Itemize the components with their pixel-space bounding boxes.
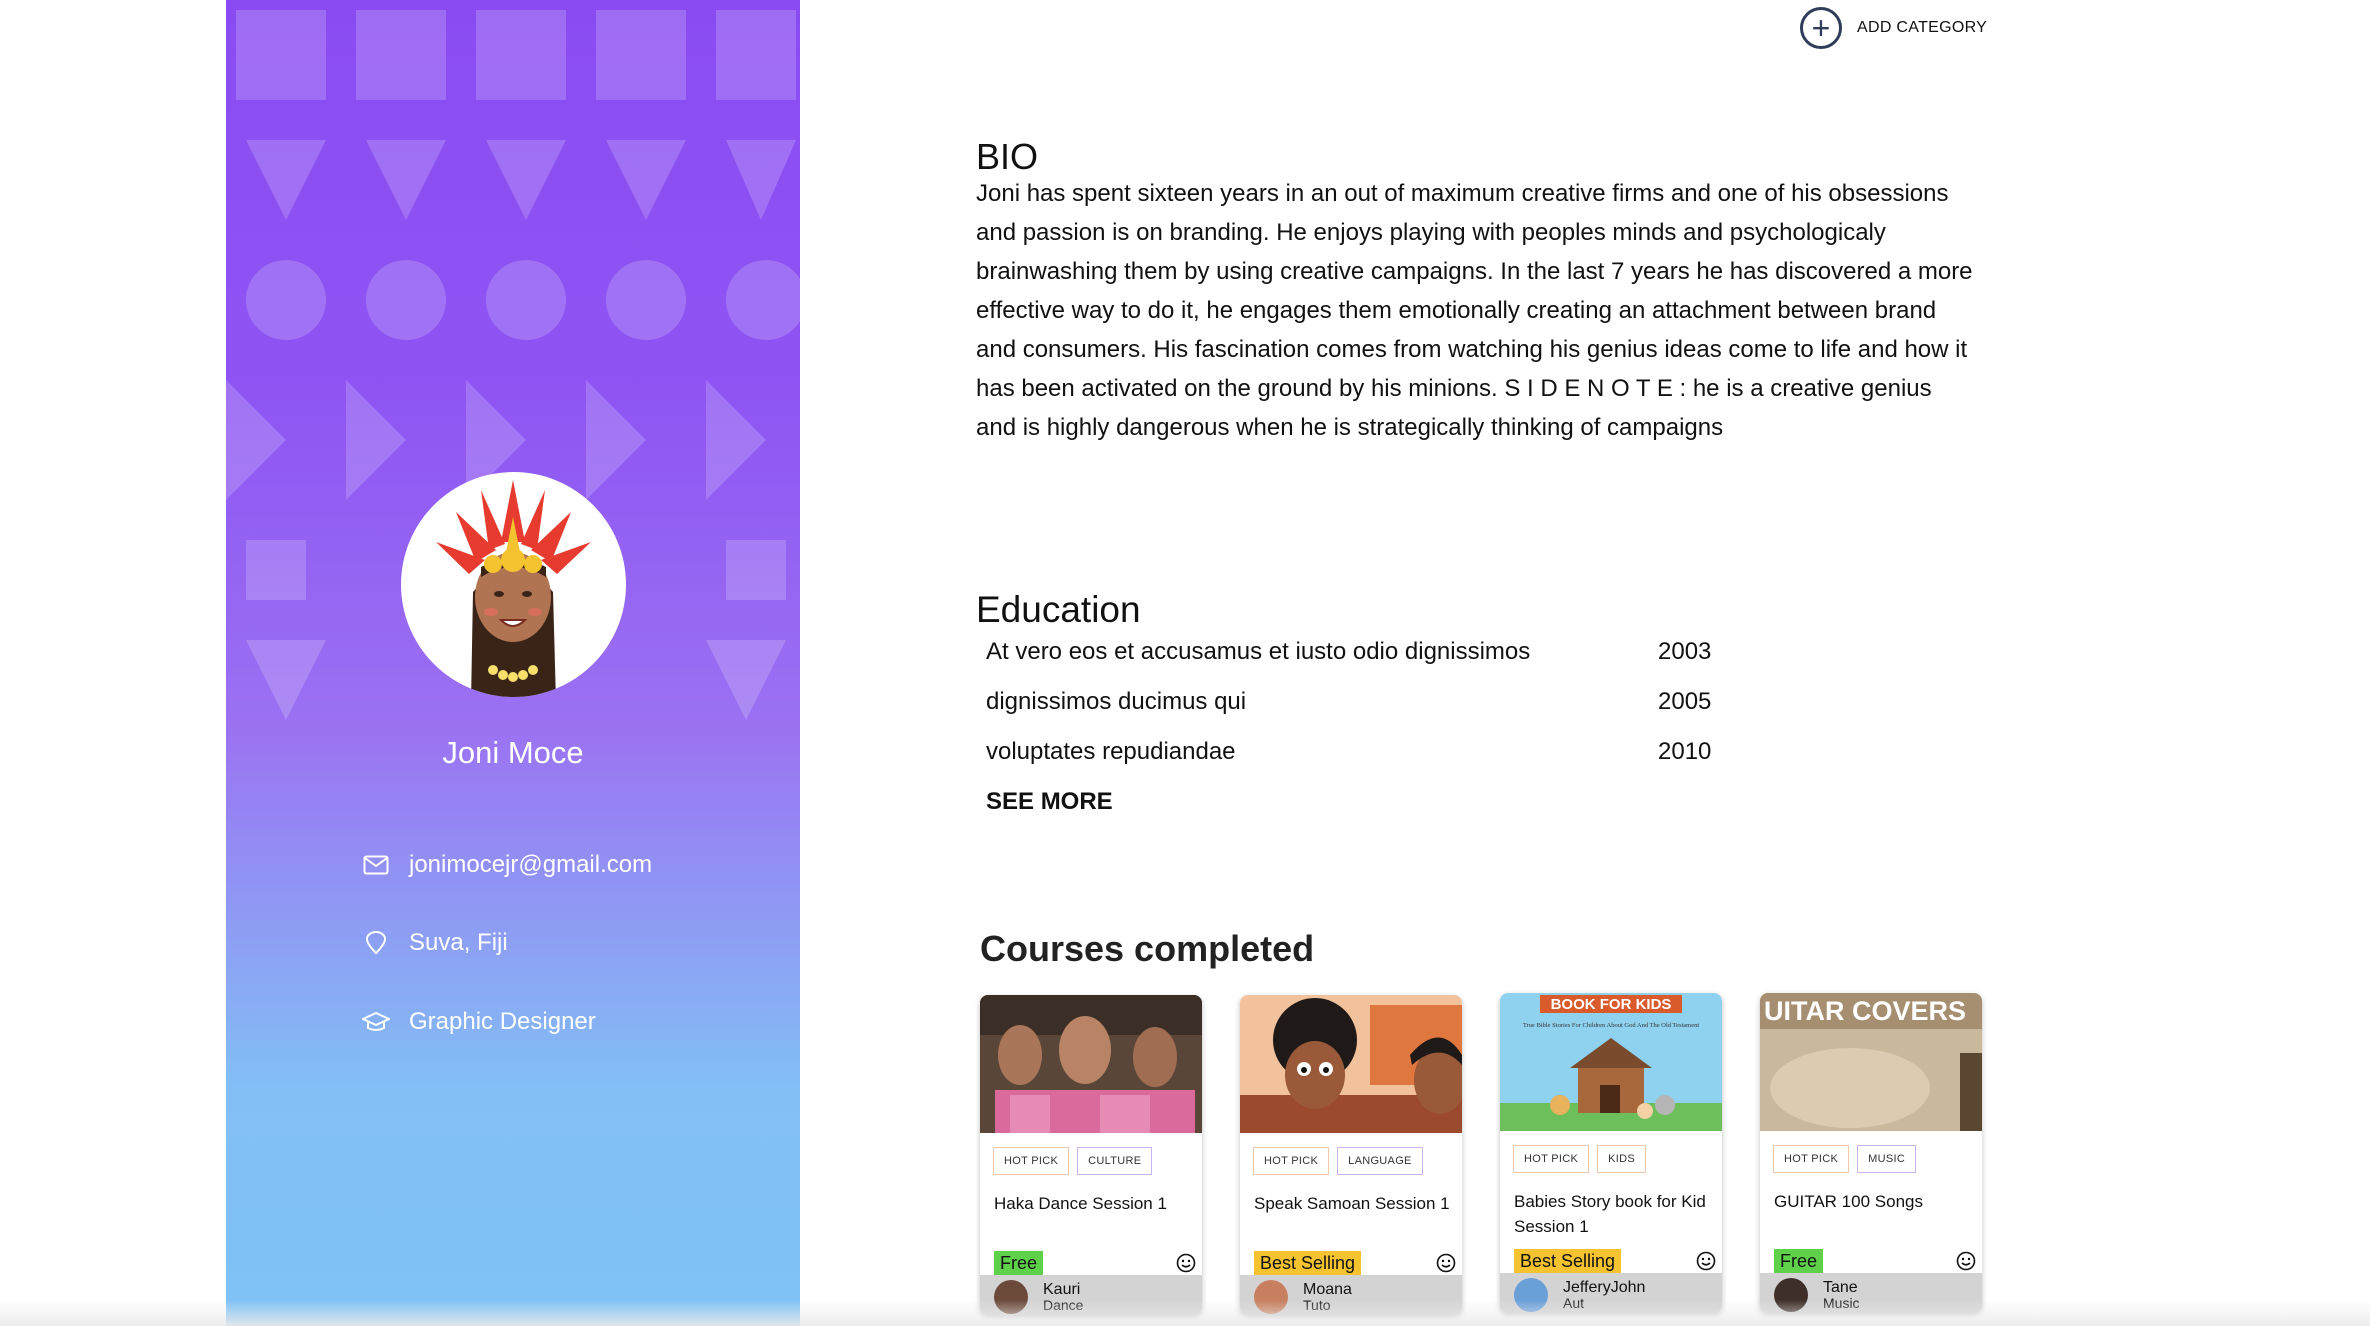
plus-circle-icon[interactable]: + (1800, 7, 1842, 49)
instructor-bar[interactable]: Moana Tuto (1240, 1275, 1462, 1315)
education-year: 2010 (1658, 738, 1712, 765)
course-card-guitar-100-songs[interactable]: UITAR COVERS HOT PICK MUSIC GUITAR 100 S… (1760, 993, 1982, 1313)
see-more-link[interactable]: SEE MORE (986, 788, 1113, 816)
course-card-babies-story-book[interactable]: BOOK FOR KIDS True Bible Stories For Chi… (1500, 993, 1722, 1313)
instructor-name: Kauri (1043, 1281, 1081, 1298)
course-thumbnail[interactable] (1240, 995, 1462, 1133)
education-year: 2003 (1658, 638, 1712, 665)
location-pin-icon (361, 928, 391, 958)
education-label: dignissimos ducimus qui (986, 688, 1247, 715)
email-row[interactable]: jonimocejr@gmail.com (361, 845, 652, 885)
course-thumbnail[interactable]: UITAR COVERS (1760, 993, 1982, 1131)
instructor-subject: Tuto (1303, 1297, 1331, 1313)
education-row: dignissimos ducimus qui 2005 (986, 688, 1716, 716)
price-badge: Best Selling (1254, 1251, 1362, 1276)
price-badge: Free (1774, 1249, 1824, 1274)
education-year: 2005 (1658, 688, 1712, 715)
mail-icon (361, 850, 391, 880)
add-category-button[interactable]: + ADD CATEGORY (1800, 5, 1987, 51)
course-title[interactable]: GUITAR 100 Songs (1774, 1189, 1980, 1214)
graduation-cap-icon (361, 1007, 391, 1037)
courses-heading: Courses completed (980, 928, 1315, 969)
location-text: Suva, Fiji (409, 929, 508, 956)
instructor-subject: Dance (1043, 1297, 1084, 1313)
price-badge: Best Selling (1514, 1249, 1622, 1274)
instructor-bar[interactable]: JefferyJohn Aut (1500, 1273, 1722, 1313)
book-cover-title: BOOK FOR KIDS (1551, 996, 1672, 1013)
book-cover-subtitle: True Bible Stories For Children About Go… (1523, 1022, 1700, 1029)
email-text[interactable]: jonimocejr@gmail.com (409, 851, 652, 879)
course-card-speak-samoan[interactable]: HOT PICK LANGUAGE Speak Samoan Session 1… (1240, 995, 1462, 1315)
instructor-bar[interactable]: Kauri Dance (980, 1275, 1202, 1315)
education-heading: Education (976, 589, 1141, 630)
instructor-avatar (1774, 1278, 1808, 1312)
location-row: Suva, Fiji (361, 923, 508, 963)
guitar-cover-title: UITAR COVERS (1764, 996, 1966, 1026)
tag-hot-pick: HOT PICK (993, 1147, 1070, 1175)
tag-category: CULTURE (1077, 1147, 1153, 1175)
profile-name: Joni Moce (442, 735, 584, 770)
instructor-avatar (1514, 1278, 1548, 1312)
instructor-avatar (1254, 1280, 1288, 1314)
instructor-subject: Music (1823, 1295, 1860, 1311)
instructor-bar[interactable]: Tane Music (1760, 1273, 1982, 1313)
tag-hot-pick: HOT PICK (1513, 1145, 1590, 1173)
education-label: voluptates repudiandae (986, 738, 1236, 765)
avatar (401, 472, 626, 697)
profile-panel: Joni Moce jonimocejr@gmail.com Suva, Fij… (226, 0, 800, 1326)
tag-category: LANGUAGE (1337, 1147, 1423, 1175)
tag-hot-pick: HOT PICK (1253, 1147, 1330, 1175)
course-title[interactable]: Speak Samoan Session 1 (1254, 1191, 1460, 1216)
instructor-name: Moana (1303, 1281, 1352, 1298)
price-badge: Free (994, 1251, 1044, 1276)
bio-text: Joni has spent sixteen years in an out o… (976, 180, 1973, 441)
course-title[interactable]: Haka Dance Session 1 (994, 1191, 1200, 1216)
occupation-row: Graphic Designer (361, 1002, 596, 1042)
tapa-pattern-background (226, 10, 800, 720)
add-category-label[interactable]: ADD CATEGORY (1857, 19, 1987, 37)
course-thumbnail[interactable] (980, 995, 1202, 1133)
education-row: At vero eos et accusamus et iusto odio d… (986, 638, 1716, 666)
tag-category: MUSIC (1857, 1145, 1917, 1173)
instructor-subject: Aut (1563, 1295, 1585, 1311)
tag-hot-pick: HOT PICK (1773, 1145, 1850, 1173)
course-title[interactable]: Babies Story book for Kid Session 1 (1514, 1189, 1720, 1239)
instructor-name: Tane (1823, 1279, 1858, 1296)
instructor-avatar (994, 1280, 1028, 1314)
avatar-illustration (436, 480, 591, 697)
education-row: voluptates repudiandae 2010 (986, 738, 1716, 766)
bio-heading: BIO (976, 136, 1039, 177)
tag-category: KIDS (1597, 1145, 1647, 1173)
instructor-name: JefferyJohn (1563, 1279, 1646, 1296)
education-label: At vero eos et accusamus et iusto odio d… (986, 638, 1531, 665)
course-card-haka-dance[interactable]: HOT PICK CULTURE Haka Dance Session 1 Fr… (980, 995, 1202, 1315)
occupation-text: Graphic Designer (409, 1008, 596, 1035)
course-thumbnail[interactable]: BOOK FOR KIDS True Bible Stories For Chi… (1500, 993, 1722, 1131)
